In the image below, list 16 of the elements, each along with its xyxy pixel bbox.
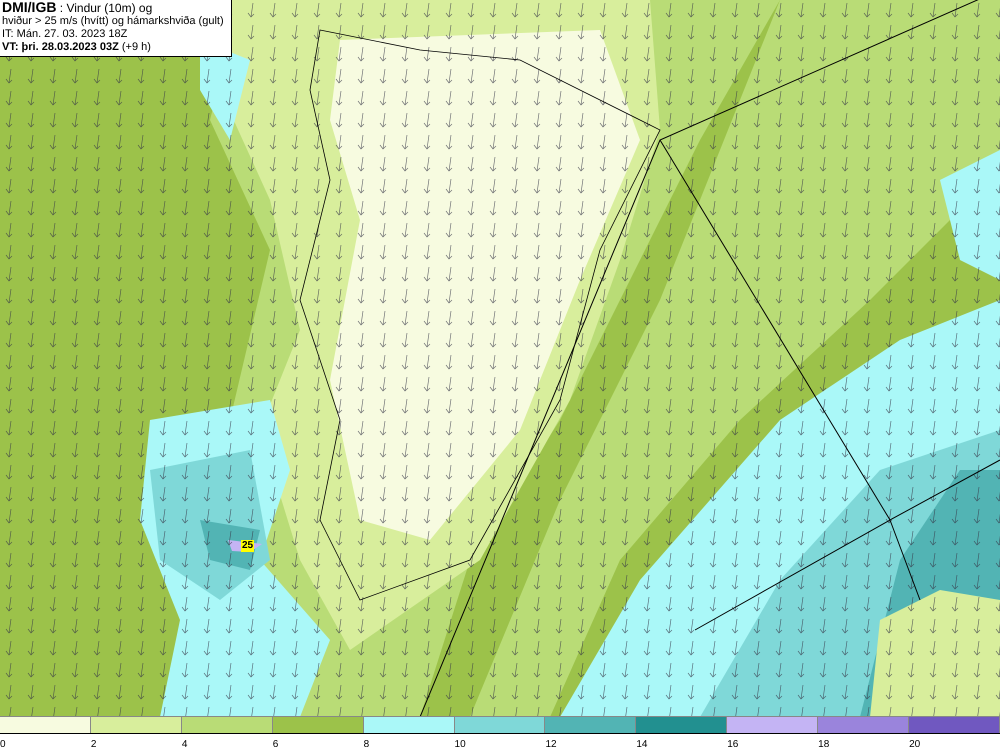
legend-label: 20	[909, 739, 920, 747]
map-info-line: hviður > 25 m/s (hvítt) og hámarkshviða (gult)	[2, 15, 225, 28]
legend-label: 16	[727, 739, 738, 747]
legend-label: 18	[818, 739, 830, 747]
legend-label: 12	[545, 739, 557, 747]
legend-label: 4	[182, 739, 188, 747]
legend-label: 2	[90, 739, 96, 747]
map-info-line: VT: þri. 28.03.2023 03Z (+9 h)	[2, 41, 152, 54]
legend-label: 6	[272, 739, 278, 747]
map-info-line: DMI/IGB : Vindur (10m) og	[2, 1, 154, 15]
legend-label: 14	[636, 739, 648, 747]
legend-label: 0	[0, 739, 6, 747]
gust-value-label: 25	[241, 540, 254, 552]
legend-label: 10	[454, 739, 466, 747]
map-info-line: IT: Mán. 27. 03. 2023 18Z	[2, 28, 128, 41]
legend-label: 8	[364, 739, 370, 747]
